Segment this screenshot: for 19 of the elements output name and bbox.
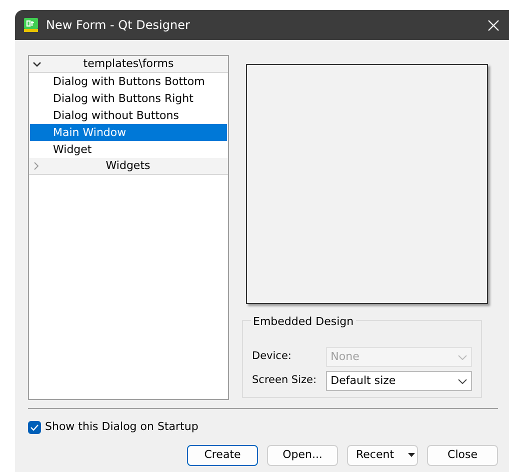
template-tree[interactable]: templates\forms Dialog with Buttons Bottom Dialog with Buttons Right Dialog without Buttons Main Window Widget Widgets	[28, 55, 229, 400]
tree-item[interactable]: Widget	[30, 141, 227, 158]
menu-button[interactable]: Recent	[347, 444, 418, 466]
dropdown[interactable]: Default size	[326, 371, 472, 391]
dialog-button[interactable]: Close	[427, 444, 498, 466]
tree-item[interactable]: Dialog without Buttons	[30, 107, 227, 124]
tree-item[interactable]: Main Window	[30, 124, 227, 141]
field-label: Device:	[252, 349, 292, 364]
window-title: New Form - Qt Designer	[46, 17, 190, 34]
tree-item[interactable]: Dialog with Buttons Bottom	[30, 73, 227, 90]
dialog-button[interactable]: Create	[187, 444, 258, 466]
dropdown: None	[326, 347, 472, 367]
field-label: Screen Size:	[252, 373, 318, 388]
checkbox-label: Show this Dialog on Startup	[45, 419, 198, 435]
tree-group-header[interactable]: templates\forms	[29, 56, 228, 73]
tree-item[interactable]: Dialog with Buttons Right	[30, 90, 227, 107]
tree-group-header[interactable]: Widgets	[29, 158, 228, 175]
group-title: Embedded Design	[251, 314, 356, 330]
dialog-button[interactable]: Open...	[267, 444, 338, 466]
